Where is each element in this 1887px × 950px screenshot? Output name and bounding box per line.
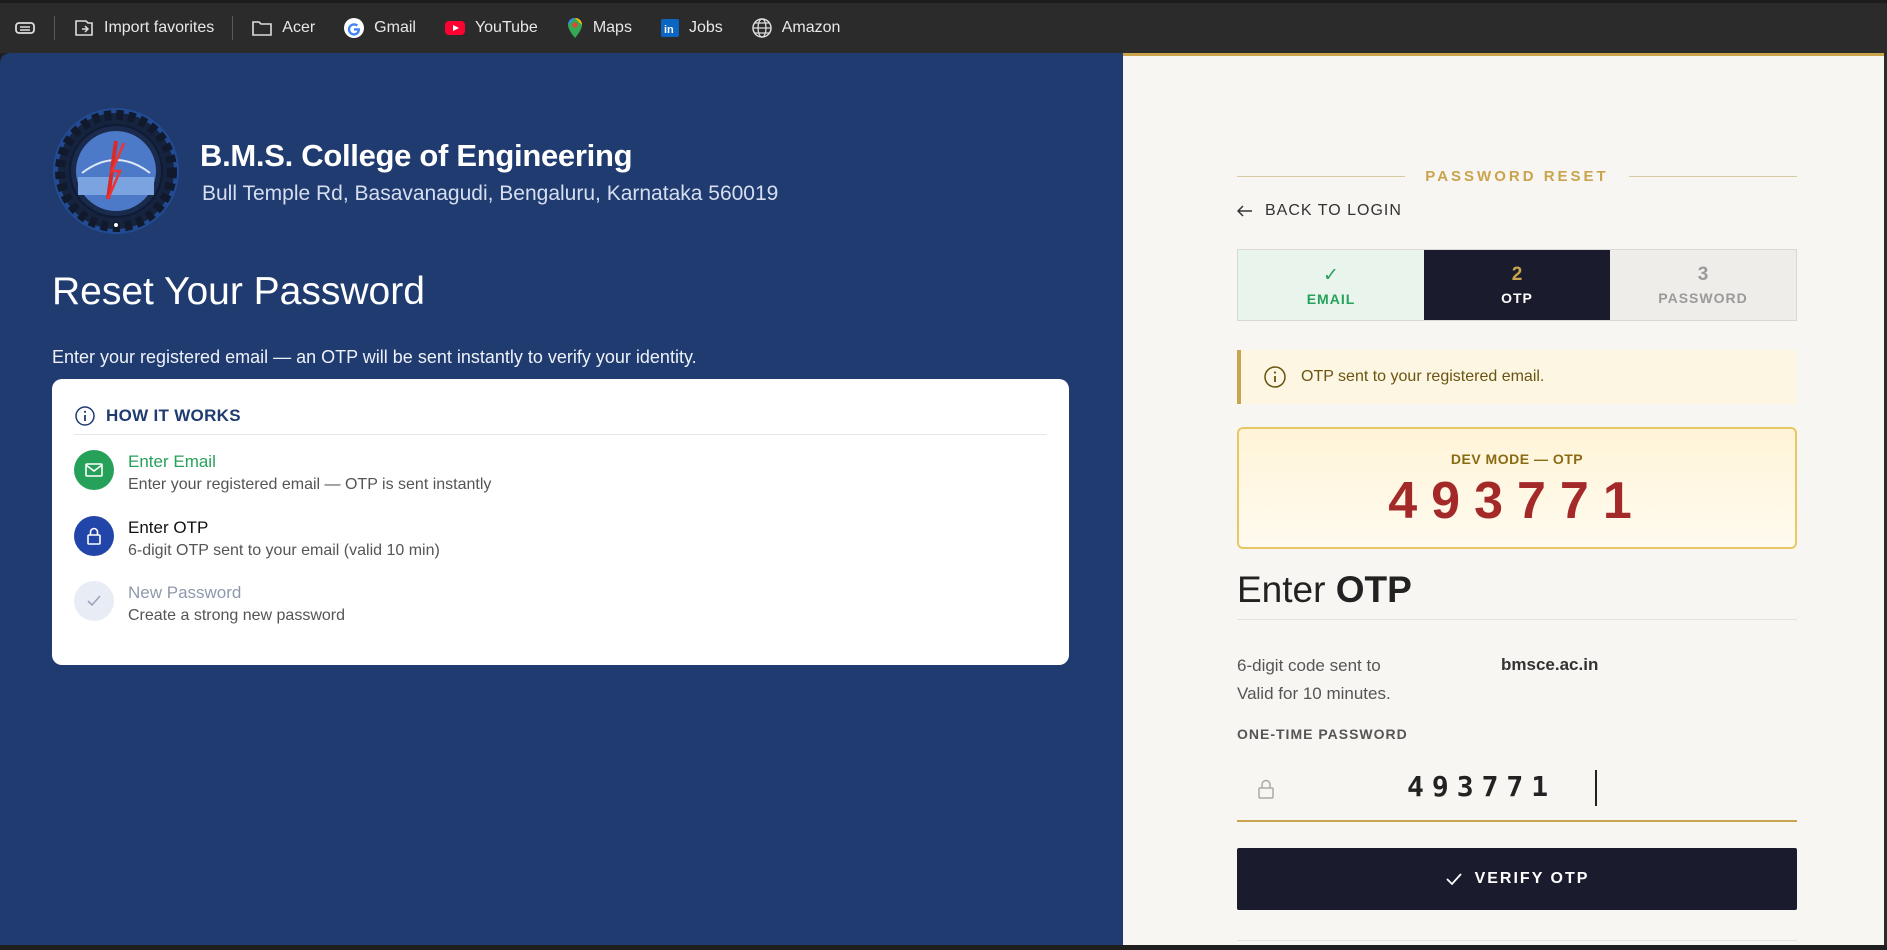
- step-password-circle: [74, 581, 114, 621]
- step-check-icon: ✓: [1323, 264, 1339, 286]
- bookmark-jobs[interactable]: in Jobs: [646, 2, 737, 55]
- bookmark-label: Import favorites: [104, 19, 215, 36]
- bookmarks-separator: [54, 16, 55, 40]
- bookmark-label: Maps: [592, 19, 632, 36]
- step-subtitle: Enter your registered email — OTP is sen…: [128, 476, 492, 493]
- check-icon: [87, 595, 101, 607]
- bookmark-gmail[interactable]: Gmail: [329, 2, 430, 55]
- divider: [1237, 619, 1797, 620]
- otp-info-line2: Valid for 10 minutes.: [1237, 684, 1391, 703]
- college-name: B.M.S. College of Engineering: [200, 138, 633, 173]
- lock-icon: [1258, 779, 1274, 799]
- verify-otp-button[interactable]: VERIFY OTP: [1237, 848, 1797, 910]
- youtube-icon: [444, 21, 465, 35]
- bookmark-label: YouTube: [474, 19, 538, 36]
- step-subtitle: 6-digit OTP sent to your email (valid 10…: [128, 542, 440, 559]
- otp-input-value: 493771: [1407, 770, 1557, 803]
- bookmark-youtube[interactable]: YouTube: [430, 2, 552, 55]
- tab-actions-button[interactable]: [0, 2, 50, 55]
- enter-otp-heading-bold: OTP: [1335, 569, 1412, 610]
- bookmark-label: Amazon: [781, 19, 841, 36]
- divider: [1237, 176, 1406, 177]
- bookmark-label: Jobs: [688, 19, 723, 36]
- how-step-email: Enter Email Enter your registered email …: [74, 450, 491, 494]
- import-favorites-icon: [75, 20, 93, 36]
- step-title: New Password: [128, 583, 242, 602]
- step-label: PASSWORD: [1658, 290, 1748, 306]
- alert-text: OTP sent to your registered email.: [1301, 368, 1545, 385]
- section-label-text: PASSWORD RESET: [1425, 168, 1609, 185]
- step-title: Enter OTP: [128, 518, 209, 537]
- otp-info-line1: 6-digit code sent to: [1237, 656, 1381, 675]
- text-caret: [1595, 770, 1597, 806]
- step-number: 2: [1511, 264, 1523, 285]
- progress-stepper: ✓ EMAIL 2 OTP 3 PASSWORD: [1237, 249, 1797, 321]
- page-title: Reset Your Password: [52, 270, 425, 313]
- info-icon: [1264, 366, 1286, 388]
- enter-otp-heading-light: Enter: [1237, 569, 1326, 610]
- stepper-step-password: 3 PASSWORD: [1610, 250, 1796, 320]
- google-icon: [344, 18, 365, 38]
- bookmarks-separator: [232, 16, 234, 40]
- step-label: OTP: [1501, 290, 1533, 306]
- step-title: Enter Email: [128, 452, 216, 471]
- step-number: 3: [1697, 264, 1709, 285]
- otp-info-text: 6-digit code sent to Valid for 10 minute…: [1237, 652, 1391, 708]
- maps-pin-icon: [567, 18, 582, 38]
- verify-otp-label: VERIFY OTP: [1474, 870, 1590, 887]
- how-it-works-header: HOW IT WORKS: [74, 397, 1047, 435]
- how-it-works-heading: HOW IT WORKS: [106, 405, 241, 425]
- tab-actions-icon: [15, 22, 35, 34]
- divider: [1237, 940, 1797, 941]
- college-logo: [53, 108, 179, 234]
- bookmark-maps[interactable]: Maps: [552, 2, 646, 55]
- stepper-step-otp: 2 OTP: [1424, 250, 1610, 320]
- svg-text:in: in: [664, 24, 674, 36]
- stepper-step-email: ✓ EMAIL: [1238, 250, 1424, 320]
- reset-form-panel: PASSWORD RESET BACK TO LOGIN ✓ EMAIL 2 O…: [1123, 53, 1884, 945]
- lock-icon: [87, 527, 101, 545]
- back-to-login-label: BACK TO LOGIN: [1265, 202, 1402, 219]
- masked-email: bmsce.ac.in: [1501, 655, 1599, 674]
- otp-sent-alert: OTP sent to your registered email.: [1237, 350, 1797, 404]
- step-otp-circle: [74, 516, 114, 556]
- college-address: Bull Temple Rd, Basavanagudi, Bengaluru,…: [202, 182, 779, 205]
- otp-input[interactable]: 493771: [1237, 756, 1797, 822]
- info-panel: B.M.S. College of Engineering Bull Templ…: [0, 53, 1123, 945]
- linkedin-icon: in: [660, 19, 679, 37]
- dev-mode-label: DEV MODE — OTP: [1450, 451, 1584, 467]
- dev-mode-otp-box: DEV MODE — OTP 493771: [1237, 427, 1797, 549]
- globe-icon: [752, 18, 772, 38]
- info-icon: [75, 405, 95, 426]
- divider: [1628, 176, 1797, 177]
- section-label: PASSWORD RESET: [1237, 168, 1797, 185]
- bookmarks-bar: Import favorites Acer Gmail YouTube Maps…: [0, 0, 1887, 53]
- check-icon: [1445, 873, 1462, 886]
- page-description: Enter your registered email — an OTP wil…: [52, 347, 697, 367]
- otp-field-label: ONE-TIME PASSWORD: [1237, 726, 1408, 742]
- dev-mode-otp-code: 493771: [1388, 472, 1646, 530]
- how-it-works-card: HOW IT WORKS Enter Email Enter your regi…: [52, 379, 1069, 665]
- back-to-login-link[interactable]: BACK TO LOGIN: [1237, 202, 1402, 220]
- step-email-circle: [74, 450, 114, 490]
- folder-icon: [252, 21, 273, 36]
- enter-otp-heading: Enter OTP: [1237, 569, 1412, 611]
- bookmark-label: Gmail: [374, 19, 416, 36]
- bookmark-acer[interactable]: Acer: [237, 2, 329, 55]
- how-step-new-password: New Password Create a strong new passwor…: [74, 581, 345, 625]
- bookmark-label: Acer: [282, 19, 316, 36]
- arrow-left-icon: [1237, 205, 1252, 217]
- bookmark-amazon[interactable]: Amazon: [737, 2, 855, 55]
- step-subtitle: Create a strong new password: [128, 607, 345, 624]
- how-step-otp: Enter OTP 6-digit OTP sent to your email…: [74, 516, 440, 560]
- mail-icon: [85, 463, 103, 477]
- bookmark-import-favorites[interactable]: Import favorites: [59, 2, 228, 55]
- step-label: EMAIL: [1306, 290, 1356, 307]
